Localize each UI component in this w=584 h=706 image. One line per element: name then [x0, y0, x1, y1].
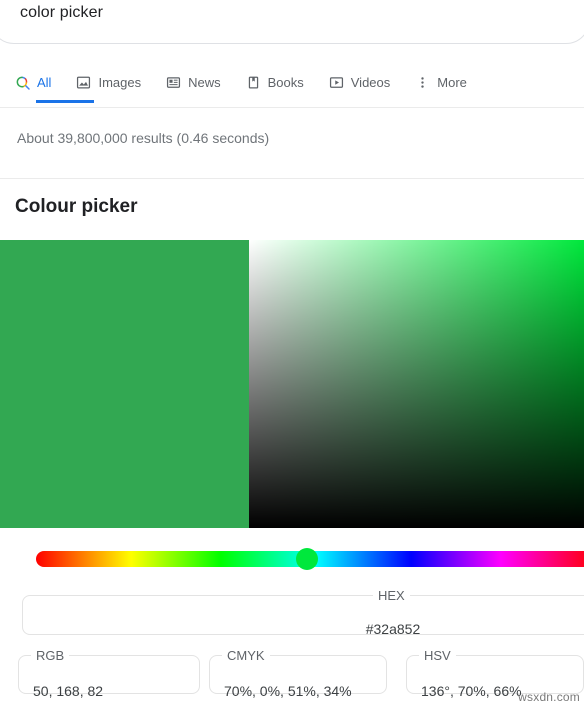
cmyk-field-value[interactable]: 70%, 0%, 51%, 34% — [224, 683, 352, 699]
rgb-field-value[interactable]: 50, 168, 82 — [33, 683, 103, 699]
tab-more[interactable]: More — [414, 63, 467, 102]
tab-more-label: More — [437, 75, 467, 90]
tab-all[interactable]: All — [14, 63, 94, 103]
color-swatch-preview — [0, 240, 249, 528]
search-query-text[interactable]: color picker — [20, 4, 103, 22]
hue-slider[interactable] — [0, 540, 584, 578]
page-title: Colour picker — [15, 196, 138, 217]
search-tabs: All Images News Books Videos More — [0, 63, 584, 108]
tab-news[interactable]: News — [165, 63, 221, 102]
hex-field[interactable]: HEX #32a852 — [22, 588, 584, 637]
tab-all-label: All — [37, 75, 52, 90]
nav-divider — [0, 107, 584, 108]
rgb-field[interactable]: RGB 50, 168, 82 — [18, 648, 200, 699]
hsv-field[interactable]: HSV 136°, 70%, 66% — [406, 648, 584, 699]
stats-divider — [0, 178, 584, 179]
result-stats: About 39,800,000 results (0.46 seconds) — [17, 130, 270, 146]
hsv-field-label: HSV — [424, 648, 451, 663]
tab-images[interactable]: Images — [75, 63, 141, 102]
more-vert-icon — [414, 74, 431, 91]
tab-books-label: Books — [267, 75, 304, 90]
news-icon — [165, 74, 182, 91]
color-value-fields: HEX #32a852 RGB 50, 168, 82 CMYK 70%, 0%… — [0, 588, 584, 706]
tab-news-label: News — [188, 75, 221, 90]
book-icon — [245, 74, 262, 91]
hsv-field-value[interactable]: 136°, 70%, 66% — [421, 683, 522, 699]
cmyk-field-label: CMYK — [227, 648, 265, 663]
tab-videos-label: Videos — [350, 75, 391, 90]
search-bar-container: color picker — [0, 0, 584, 44]
hex-field-value[interactable]: #32a852 — [23, 621, 584, 637]
color-picker-panes — [0, 240, 584, 528]
rgb-field-label: RGB — [36, 648, 65, 663]
cmyk-field[interactable]: CMYK 70%, 0%, 51%, 34% — [209, 648, 387, 699]
tab-books[interactable]: Books — [245, 63, 304, 102]
hex-field-label: HEX — [378, 588, 405, 603]
sv-black-gradient — [249, 240, 584, 528]
hue-slider-thumb[interactable] — [296, 548, 318, 570]
search-icon — [14, 74, 31, 91]
video-icon — [328, 74, 345, 91]
tab-videos[interactable]: Videos — [328, 63, 391, 102]
watermark: wsxdn.com — [518, 690, 580, 704]
image-icon — [75, 74, 92, 91]
saturation-value-field[interactable] — [249, 240, 584, 528]
tab-images-label: Images — [98, 75, 142, 90]
